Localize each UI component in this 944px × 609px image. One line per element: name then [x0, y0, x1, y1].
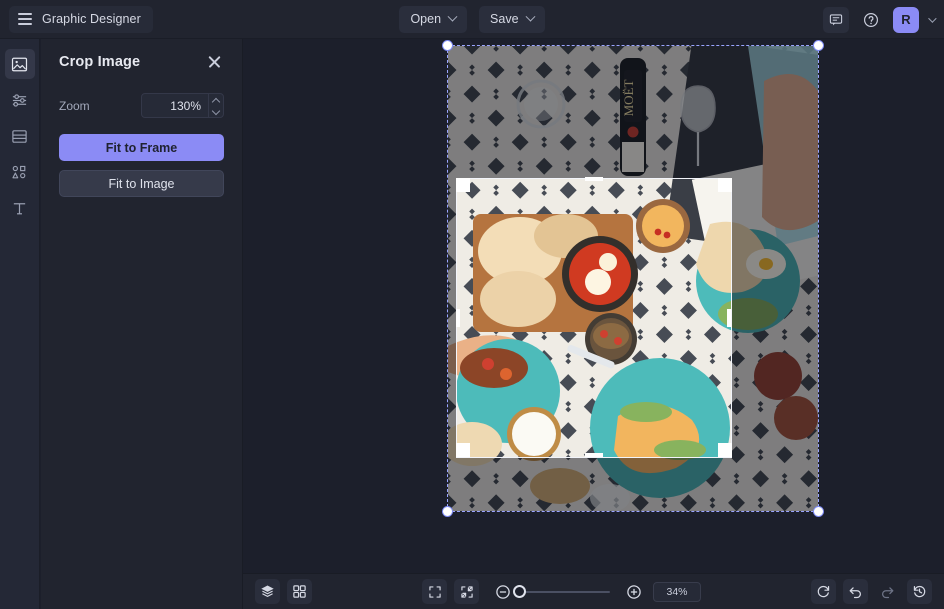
- panel-header: Crop Image: [59, 53, 224, 71]
- canvas-zoom-input[interactable]: 34%: [653, 581, 701, 602]
- selection-handle-bottom-left[interactable]: [442, 506, 453, 517]
- zoom-out-button[interactable]: [490, 579, 515, 604]
- zoom-row: Zoom 130%: [59, 93, 224, 118]
- bottom-left-group: [255, 579, 312, 604]
- app-title: Graphic Designer: [42, 12, 141, 26]
- redo-button[interactable]: [875, 579, 900, 604]
- shapes-icon: [12, 165, 26, 178]
- history-icon: [913, 585, 926, 598]
- crop-handle-top[interactable]: [585, 177, 603, 181]
- comment-button[interactable]: [823, 6, 849, 33]
- text-icon: [13, 202, 26, 214]
- sidebar-item-image[interactable]: [4, 49, 35, 79]
- crop-image-panel: Crop Image Zoom 130% Fit to Frame Fit to…: [41, 39, 243, 609]
- crop-handle-top-right[interactable]: [718, 178, 732, 192]
- top-header: Graphic Designer Open Save R: [0, 0, 944, 39]
- zoom-input[interactable]: 130%: [142, 94, 208, 117]
- reset-icon: [817, 585, 830, 598]
- layers-icon: [261, 585, 274, 597]
- sidebar-item-text[interactable]: [5, 193, 35, 223]
- comment-icon: [829, 13, 843, 25]
- chevron-up-icon[interactable]: [213, 99, 219, 103]
- fit-to-screen-button[interactable]: [454, 579, 479, 604]
- bottom-toolbar: 34%: [243, 573, 944, 609]
- chevron-down-icon[interactable]: [213, 108, 219, 112]
- selection-handle-top-left[interactable]: [442, 40, 453, 51]
- fit-to-frame-button[interactable]: Fit to Frame: [59, 134, 224, 161]
- app-menu-button[interactable]: Graphic Designer: [9, 5, 153, 33]
- close-icon[interactable]: [206, 53, 224, 71]
- zoom-in-icon: [626, 584, 641, 599]
- photo-bright: [457, 179, 731, 457]
- history-button[interactable]: [907, 579, 932, 604]
- zoom-slider[interactable]: [513, 584, 610, 598]
- zoom-label: Zoom: [59, 98, 90, 113]
- crop-handle-top-left[interactable]: [456, 178, 470, 192]
- crop-handle-right[interactable]: [727, 309, 731, 327]
- reset-button[interactable]: [811, 579, 836, 604]
- hamburger-icon[interactable]: [18, 13, 32, 25]
- image-icon: [11, 57, 28, 71]
- help-circle-icon: [863, 12, 879, 27]
- grid-button[interactable]: [287, 579, 312, 604]
- undo-button[interactable]: [843, 579, 868, 604]
- open-button-label: Open: [410, 12, 442, 26]
- crop-handle-bottom-left[interactable]: [456, 443, 470, 457]
- chevron-down-icon: [447, 11, 458, 22]
- crop-handle-bottom[interactable]: [585, 453, 603, 457]
- undo-icon: [849, 587, 861, 599]
- save-button-label: Save: [490, 12, 519, 26]
- canvas-area[interactable]: MOËT: [243, 39, 944, 573]
- fit-to-image-button[interactable]: Fit to Image: [59, 170, 224, 197]
- selection-handle-bottom-right[interactable]: [813, 506, 824, 517]
- zoom-slider-handle[interactable]: [513, 584, 526, 598]
- save-button[interactable]: Save: [479, 5, 545, 33]
- avatar-chevron-down-icon[interactable]: [928, 13, 937, 23]
- layout-icon: [12, 129, 27, 143]
- header-center-actions: Open Save: [352, 5, 592, 33]
- zoom-stepper-arrows[interactable]: [208, 94, 223, 117]
- header-right-actions: R: [823, 0, 937, 39]
- redo-icon: [882, 587, 894, 599]
- selection-handle-top-right[interactable]: [813, 40, 824, 51]
- left-rail: [0, 39, 40, 609]
- crop-handle-left[interactable]: [456, 309, 460, 327]
- app-root: Graphic Designer Open Save R Crop Image …: [0, 0, 944, 609]
- open-button[interactable]: Open: [399, 5, 468, 33]
- avatar[interactable]: R: [893, 6, 919, 33]
- zoom-controls: 34%: [422, 579, 701, 604]
- layers-button[interactable]: [255, 579, 280, 604]
- zoom-stepper[interactable]: 130%: [141, 93, 224, 118]
- crop-frame[interactable]: [456, 178, 732, 458]
- sidebar-item-adjustments[interactable]: [5, 85, 35, 115]
- zoom-out-icon: [495, 584, 510, 599]
- help-button[interactable]: [858, 7, 884, 33]
- fullscreen-button[interactable]: [422, 579, 447, 604]
- sliders-icon: [12, 93, 27, 107]
- chevron-down-icon: [525, 11, 535, 22]
- sidebar-item-elements[interactable]: [5, 157, 35, 187]
- sidebar-item-layout[interactable]: [5, 121, 35, 151]
- image-selection[interactable]: MOËT: [442, 40, 824, 517]
- crop-handle-bottom-right[interactable]: [718, 443, 732, 457]
- page-title: Crop Image: [59, 54, 141, 70]
- zoom-in-button[interactable]: [621, 579, 646, 604]
- fullscreen-icon: [428, 585, 441, 598]
- grid-icon: [293, 585, 306, 598]
- fit-to-screen-icon: [460, 585, 473, 598]
- history-controls: [811, 579, 932, 604]
